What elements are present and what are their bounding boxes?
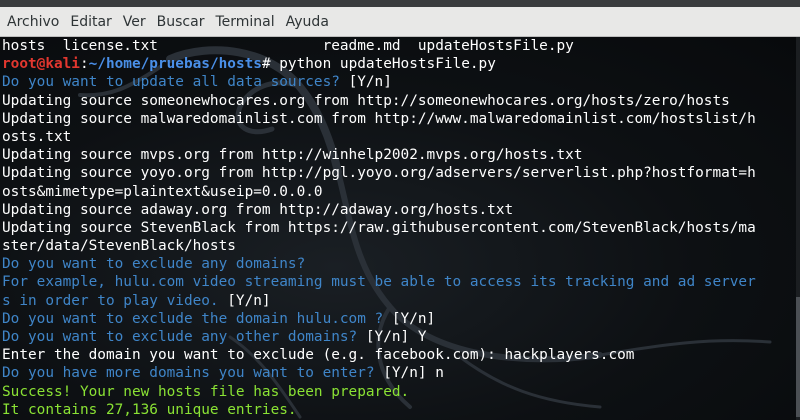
terminal-output-area[interactable]: hosts license.txt readme.md updateHostsF… xyxy=(0,37,800,420)
terminal-line: s in order to play video. [Y/n] xyxy=(2,292,798,310)
terminal-text-segment: Success! Your new hosts file has been pr… xyxy=(2,383,410,400)
terminal-line: Do you want to update all data sources? … xyxy=(2,73,798,91)
terminal-line: Updating source StevenBlack from https:/… xyxy=(2,219,798,237)
terminal-text-segment: Updating source someonewhocares.org from… xyxy=(2,92,730,109)
terminal-text-segment: Do you want to exclude any domains? xyxy=(2,256,306,273)
terminal-line: Updating source mvps.org from http://win… xyxy=(2,146,798,164)
terminal-text-segment: Updating source malwaredomainlist.com fr… xyxy=(2,110,756,127)
terminal-text-segment: Updating source yoyo.org from http://pgl… xyxy=(2,165,756,182)
terminal-text-segment: Do you have more domains you want to ent… xyxy=(2,365,384,382)
terminal-text-segment: For example, hulu.com video streaming mu… xyxy=(2,274,756,291)
terminal-line: osts&mimetype=plaintext&useip=0.0.0.0 xyxy=(2,183,798,201)
terminal-text-segment: Updating source adaway.org from http://a… xyxy=(2,201,514,218)
terminal-line: Do you have more domains you want to ent… xyxy=(2,364,798,382)
terminal-text-segment: : xyxy=(79,56,89,73)
terminal-text-segment: [Y/n] xyxy=(227,292,271,309)
terminal-text-segment: [Y/n] Y xyxy=(365,329,427,345)
terminal-text-segment: [Y/n] xyxy=(348,74,392,91)
terminal-text-segment: s in order to play video. xyxy=(2,292,228,309)
terminal-text-segment: Do you want to exclude any other domains… xyxy=(2,329,366,345)
terminal-text-segment: ster/data/StevenBlack/hosts xyxy=(2,238,236,255)
menu-editar[interactable]: Editar xyxy=(63,14,111,30)
menu-ayuda[interactable]: Ayuda xyxy=(279,14,329,30)
window-top-strip xyxy=(0,0,800,7)
terminal-text-segment: It contains 27,136 unique entries. xyxy=(2,401,297,418)
terminal-line: osts.txt xyxy=(2,128,798,146)
terminal-line: ster/data/StevenBlack/hosts xyxy=(2,237,798,255)
terminal-lines: hosts license.txt readme.md updateHostsF… xyxy=(2,37,798,419)
terminal-line: It contains 27,136 unique entries. xyxy=(2,401,798,419)
terminal-text-segment: # python updateHostsFile.py xyxy=(261,56,496,73)
terminal-text-segment: Updating source mvps.org from http://win… xyxy=(2,147,583,164)
terminal-line: Do you want to exclude the domain hulu.c… xyxy=(2,310,798,328)
terminal-scrollbar[interactable] xyxy=(796,37,800,420)
terminal-text-segment: osts&mimetype=plaintext&useip=0.0.0.0 xyxy=(2,183,323,200)
terminal-text-segment: Do you want to exclude the domain hulu.c… xyxy=(2,310,392,327)
terminal-line: For example, hulu.com video streaming mu… xyxy=(2,273,798,291)
menu-archivo[interactable]: Archivo xyxy=(0,14,59,30)
terminal-text-segment: [Y/n] n xyxy=(383,365,444,382)
terminal-text-segment: [Y/n] xyxy=(391,310,436,327)
terminal-text-segment: root@kali xyxy=(2,56,80,73)
scrollbar-thumb[interactable] xyxy=(796,297,800,417)
terminal-line: Success! Your new hosts file has been pr… xyxy=(2,383,798,401)
terminal-text-segment: Updating source StevenBlack from https:/… xyxy=(2,219,756,236)
menu-bar: Archivo Editar Ver Buscar Terminal Ayuda xyxy=(0,7,800,37)
menu-ver[interactable]: Ver xyxy=(116,14,146,30)
terminal-text-segment: Enter the domain you want to exclude (e.… xyxy=(2,347,635,364)
terminal-line: Do you want to exclude any domains? xyxy=(2,255,798,273)
terminal-line: Do you want to exclude any other domains… xyxy=(2,328,798,346)
terminal-text-segment: hosts license.txt readme.md updateHostsF… xyxy=(2,38,574,54)
menu-terminal[interactable]: Terminal xyxy=(208,14,274,30)
terminal-line: Updating source malwaredomainlist.com fr… xyxy=(2,110,798,128)
terminal-line: hosts license.txt readme.md updateHostsF… xyxy=(2,37,798,55)
terminal-window: Archivo Editar Ver Buscar Terminal Ayuda… xyxy=(0,0,800,420)
terminal-line: Updating source someonewhocares.org from… xyxy=(2,92,798,110)
terminal-text-segment: osts.txt xyxy=(2,128,72,145)
terminal-line: root@kali:~/home/pruebas/hosts# python u… xyxy=(2,55,798,73)
terminal-line: Updating source adaway.org from http://a… xyxy=(2,201,798,219)
terminal-line: Updating source yoyo.org from http://pgl… xyxy=(2,164,798,182)
terminal-text-segment: ~/home/pruebas/hosts xyxy=(88,56,262,73)
terminal-text-segment: Do you want to update all data sources? xyxy=(2,74,349,91)
terminal-line: Enter the domain you want to exclude (e.… xyxy=(2,346,798,364)
menu-buscar[interactable]: Buscar xyxy=(150,14,205,30)
